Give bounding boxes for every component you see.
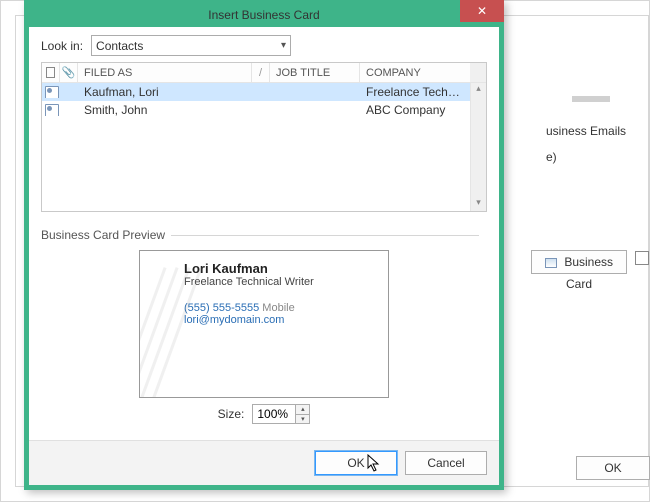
col-filed-as[interactable]: FILED AS [78, 63, 252, 82]
ok-button[interactable]: OK [315, 451, 397, 475]
row-icon-cell [42, 104, 60, 116]
look-in-value: Contacts [96, 39, 143, 53]
chevron-down-icon: ▾ [281, 40, 286, 51]
look-in-row: Look in: Contacts ▾ [41, 35, 487, 56]
look-in-combo[interactable]: Contacts ▾ [91, 35, 291, 56]
business-card-button-label: Business Card [564, 255, 613, 291]
bg-signature-line [572, 96, 610, 102]
scroll-down-icon[interactable]: ▾ [471, 197, 486, 211]
dialog-button-row: OK Cancel [29, 440, 499, 485]
size-spinner[interactable]: ▴ ▾ [252, 404, 310, 424]
dialog-body: Look in: Contacts ▾ 📎 FILED AS / JOB TIT… [29, 27, 499, 440]
dialog-title: Insert Business Card [208, 8, 319, 22]
insert-business-card-dialog: Insert Business Card ✕ Look in: Contacts… [24, 0, 504, 490]
contact-card-icon [45, 86, 57, 98]
preview-label: Business Card Preview [41, 228, 165, 242]
size-row: Size: ▴ ▾ [41, 404, 487, 424]
bg-ok-button[interactable]: OK [576, 456, 650, 480]
dialog-titlebar[interactable]: Insert Business Card ✕ [27, 3, 501, 27]
close-icon: ✕ [477, 4, 487, 18]
col-job-title[interactable]: JOB TITLE [270, 63, 360, 82]
row-icon-cell [42, 86, 60, 98]
size-input[interactable] [253, 405, 295, 423]
bg-text-emails: usiness Emails [546, 124, 626, 138]
row-filed-as: Kaufman, Lori [78, 85, 252, 99]
row-company: ABC Company [360, 103, 470, 117]
col-scroll-gutter [470, 63, 486, 82]
card-phone-type: Mobile [262, 302, 294, 314]
contacts-list: 📎 FILED AS / JOB TITLE COMPANY Kaufman, … [41, 62, 487, 212]
preview-section: Business Card Preview Lori Kaufman Freel… [41, 228, 487, 424]
look-in-label: Look in: [41, 39, 83, 53]
spinner-down-icon[interactable]: ▾ [296, 415, 309, 424]
list-rows: Kaufman, Lori Freelance Techn... Smith, Jo… [42, 83, 470, 211]
paperclip-icon: 📎 [62, 66, 76, 79]
bg-text-default: e) [546, 150, 557, 164]
col-sort-indicator[interactable]: / [252, 63, 270, 82]
spinner-buttons: ▴ ▾ [295, 405, 309, 423]
row-company: Freelance Techn... [360, 85, 470, 99]
cancel-button[interactable]: Cancel [405, 451, 487, 475]
col-attachment[interactable]: 📎 [60, 63, 78, 82]
row-filed-as: Smith, John [78, 103, 252, 117]
business-card-icon [545, 258, 557, 268]
picture-icon [635, 251, 649, 265]
size-label: Size: [218, 407, 245, 421]
scrollbar[interactable]: ▴ ▾ [470, 83, 486, 211]
spinner-up-icon[interactable]: ▴ [296, 405, 309, 415]
list-header: 📎 FILED AS / JOB TITLE COMPANY [42, 63, 486, 83]
card-phone: (555) 555-5555 Mobile [184, 302, 378, 314]
table-row[interactable]: Kaufman, Lori Freelance Techn... [42, 83, 470, 101]
col-company[interactable]: COMPANY [360, 63, 470, 82]
page-icon [46, 67, 55, 78]
scroll-up-icon[interactable]: ▴ [471, 83, 486, 97]
table-row[interactable]: Smith, John ABC Company [42, 101, 470, 119]
col-card-icon[interactable] [42, 63, 60, 82]
bg-ok-label: OK [604, 461, 621, 475]
preview-divider [171, 235, 479, 236]
close-button[interactable]: ✕ [460, 0, 504, 22]
contact-card-icon [45, 104, 57, 116]
list-body: Kaufman, Lori Freelance Techn... Smith, Jo… [42, 83, 486, 211]
card-job-title: Freelance Technical Writer [184, 276, 378, 288]
business-card-preview: Lori Kaufman Freelance Technical Writer … [139, 250, 389, 398]
card-watermark [139, 261, 200, 398]
card-email: lori@mydomain.com [184, 314, 378, 326]
card-name: Lori Kaufman [184, 261, 378, 276]
business-card-button[interactable]: Business Card [531, 250, 627, 274]
preview-label-row: Business Card Preview [41, 228, 487, 242]
bg-tool-icon-1[interactable] [634, 250, 650, 270]
